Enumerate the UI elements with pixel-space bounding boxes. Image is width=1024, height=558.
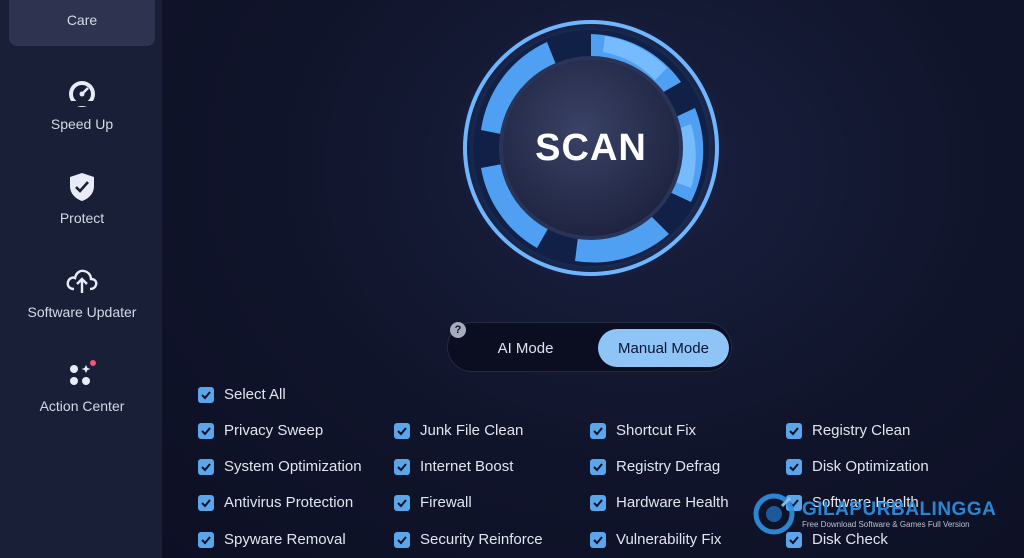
cloud-upload-icon xyxy=(65,264,99,298)
watermark-logo-icon xyxy=(753,493,795,535)
checkmark-icon xyxy=(590,458,606,475)
shield-check-icon xyxy=(65,170,99,204)
scan-option-label: System Optimization xyxy=(224,458,362,475)
scan-option-label: Spyware Removal xyxy=(224,531,346,548)
checkmark-icon xyxy=(590,494,606,511)
scan-option-checkbox[interactable]: Security Reinforce xyxy=(394,531,543,548)
scan-option-checkbox[interactable]: Firewall xyxy=(394,494,472,511)
sidebar-item-label: Software Updater xyxy=(27,304,137,320)
watermark-title: GILAPURBALINGGA xyxy=(802,499,997,520)
scan-option-checkbox[interactable]: Privacy Sweep xyxy=(198,422,323,439)
checkmark-icon xyxy=(786,422,802,439)
scan-option-label: Security Reinforce xyxy=(420,531,543,548)
sidebar: Care Speed Up Protect Software Updater A… xyxy=(0,0,162,558)
sidebar-item-action-center[interactable]: Action Center xyxy=(9,344,155,430)
checkmark-icon xyxy=(198,458,214,475)
scan-option-label: Junk File Clean xyxy=(420,422,524,439)
checkmark-icon xyxy=(394,494,410,511)
care-icon xyxy=(65,0,99,6)
scan-option-label: Hardware Health xyxy=(616,494,729,511)
manual-mode-button[interactable]: Manual Mode xyxy=(598,329,729,367)
sidebar-item-label: Speed Up xyxy=(50,116,114,132)
apps-grid-icon xyxy=(65,358,99,392)
scan-option-checkbox[interactable]: Shortcut Fix xyxy=(590,422,696,439)
sidebar-item-label: Protect xyxy=(59,210,105,226)
checkmark-icon xyxy=(590,531,606,548)
scan-option-checkbox[interactable]: Hardware Health xyxy=(590,494,729,511)
sidebar-item-protect[interactable]: Protect xyxy=(9,156,155,242)
notification-dot xyxy=(90,360,96,366)
sidebar-item-software-updater[interactable]: Software Updater xyxy=(9,250,155,336)
scan-label: SCAN xyxy=(535,126,647,169)
scan-option-label: Privacy Sweep xyxy=(224,422,324,439)
checkmark-icon xyxy=(394,458,410,475)
scan-option-label: Shortcut Fix xyxy=(616,422,697,439)
scan-option-label: Registry Defrag xyxy=(616,458,721,475)
scan-option-label: Registry Clean xyxy=(812,422,911,439)
watermark-subtitle: Free Download Software & Games Full Vers… xyxy=(802,520,970,529)
scan-button[interactable]: SCAN xyxy=(455,12,727,284)
scan-option-label: Disk Optimization xyxy=(812,458,929,475)
checkmark-icon xyxy=(590,422,606,439)
select-all-checkbox[interactable]: Select All xyxy=(198,386,286,403)
help-icon[interactable]: ? xyxy=(450,322,466,338)
sidebar-item-label: Care xyxy=(66,12,98,28)
scan-option-label: Internet Boost xyxy=(420,458,514,475)
scan-option-checkbox[interactable]: Junk File Clean xyxy=(394,422,523,439)
sidebar-item-label: Action Center xyxy=(39,398,125,414)
scan-option-label: Firewall xyxy=(420,494,472,511)
scan-option-checkbox[interactable]: Disk Optimization xyxy=(786,458,929,475)
scan-option-checkbox[interactable]: Antivirus Protection xyxy=(198,494,353,511)
checkmark-icon xyxy=(198,494,214,511)
watermark: GILAPURBALINGGA Free Download Software &… xyxy=(752,490,1024,538)
scan-option-checkbox[interactable]: Vulnerability Fix xyxy=(590,531,721,548)
checkmark-icon xyxy=(198,531,214,548)
sidebar-item-care[interactable]: Care xyxy=(9,0,155,46)
speedometer-icon xyxy=(65,76,99,110)
main-panel: SCAN AI Mode Manual Mode ? Select All Pr… xyxy=(162,0,1024,558)
scan-option-checkbox[interactable]: Internet Boost xyxy=(394,458,513,475)
scan-option-checkbox[interactable]: System Optimization xyxy=(198,458,362,475)
checkmark-icon xyxy=(198,386,214,403)
ai-mode-button[interactable]: AI Mode xyxy=(458,329,593,367)
scan-option-checkbox[interactable]: Registry Defrag xyxy=(590,458,720,475)
checkmark-icon xyxy=(198,422,214,439)
scan-option-label: Antivirus Protection xyxy=(224,494,354,511)
scan-option-checkbox[interactable]: Registry Clean xyxy=(786,422,910,439)
checkmark-icon xyxy=(394,422,410,439)
checkmark-icon xyxy=(786,458,802,475)
checkmark-icon xyxy=(394,531,410,548)
mode-toggle: AI Mode Manual Mode xyxy=(447,322,732,372)
scan-option-label: Vulnerability Fix xyxy=(616,531,722,548)
scan-option-checkbox[interactable]: Spyware Removal xyxy=(198,531,346,548)
sidebar-item-speed-up[interactable]: Speed Up xyxy=(9,62,155,148)
